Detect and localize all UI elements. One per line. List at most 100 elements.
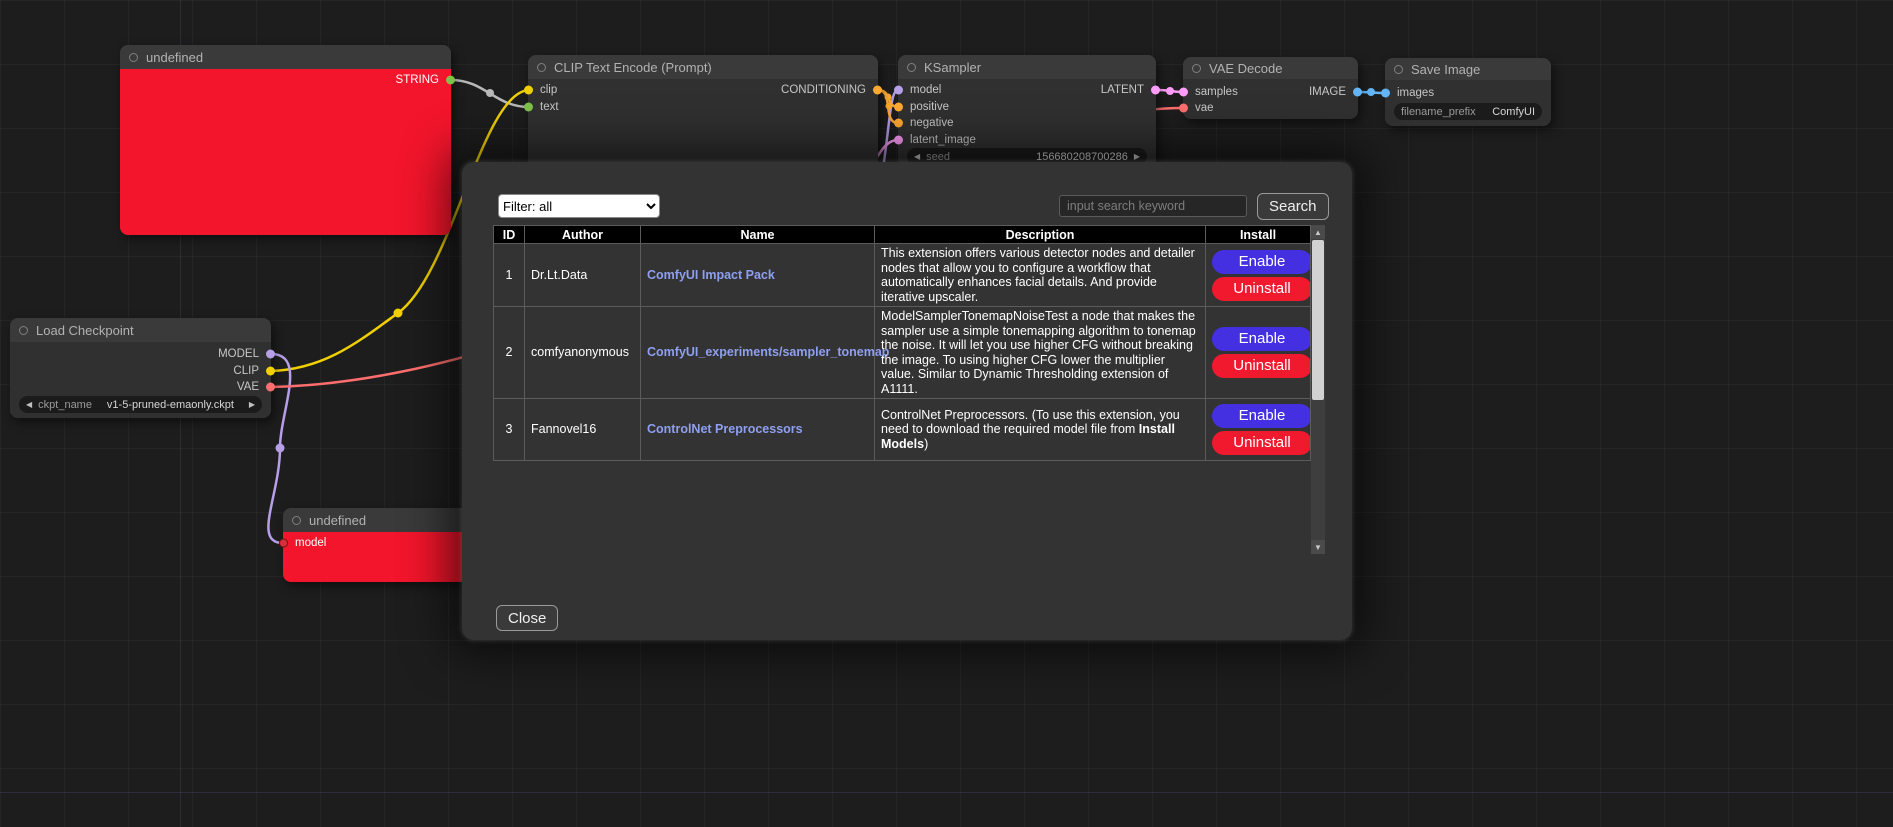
collapse-dot-icon[interactable] [1394,65,1403,74]
node-title: VAE Decode [1209,61,1282,76]
output-slot-conditioning: CONDITIONING [528,83,878,97]
slot-label: text [540,101,559,113]
widget-label: filename_prefix [1401,106,1476,118]
slot-label: MODEL [218,348,259,360]
string-output-port[interactable] [446,76,455,85]
node-ksampler[interactable]: KSampler model positive negative latent_… [898,55,1156,170]
slot-label: CLIP [233,365,259,377]
ckpt-name-widget[interactable]: ◀ ckpt_name v1-5-pruned-emaonly.ckpt ▶ [19,396,262,413]
output-slot-image: IMAGE [1183,85,1358,99]
node-title: Load Checkpoint [36,323,134,338]
vae-input-port[interactable] [1179,104,1188,113]
filter-select[interactable]: Filter: all [498,194,660,218]
cell-name: ComfyUI Impact Pack [641,244,875,307]
description-text: ) [924,437,928,451]
seed-increment-arrow-icon[interactable]: ▶ [1134,153,1140,161]
uninstall-button[interactable]: Uninstall [1212,354,1312,378]
conditioning-output-port[interactable] [873,86,882,95]
input-slot-text: text [528,100,878,114]
wire-string-dot [486,89,494,97]
node-vae-decode[interactable]: VAE Decode samples vae IMAGE [1183,57,1358,119]
collapse-dot-icon[interactable] [537,63,546,72]
widget-label: ckpt_name [38,399,92,411]
slot-label: images [1397,87,1434,99]
collapse-dot-icon[interactable] [19,326,28,335]
widget-value: ComfyUI [1492,106,1535,118]
scrollbar-thumb[interactable] [1312,240,1324,400]
extension-link[interactable]: ControlNet Preprocessors [647,422,803,436]
node-save-image-header: Save Image [1385,58,1551,80]
table-row: 2 comfyanonymous ComfyUI_experiments/sam… [494,307,1311,399]
node-graph-canvas[interactable]: undefined STRING CLIP Text Encode (Promp… [0,0,1893,827]
node-load-checkpoint[interactable]: Load Checkpoint MODEL CLIP VAE ◀ ckpt_na… [10,318,271,418]
collapse-dot-icon[interactable] [292,516,301,525]
input-slot-images: images [1385,86,1551,100]
cell-id: 3 [494,399,525,461]
output-slot-model: MODEL [10,347,271,361]
input-slot-negative: negative [898,116,1156,130]
scroll-down-arrow-icon[interactable]: ▼ [1311,540,1325,554]
cell-description: ControlNet Preprocessors. (To use this e… [875,399,1206,461]
model-input-port[interactable] [279,539,288,548]
images-input-port[interactable] [1381,89,1390,98]
wire-latent-dot [1166,87,1174,95]
vae-output-port[interactable] [266,383,275,392]
extensions-table: ID Author Name Description Install 1 Dr.… [493,225,1311,461]
node-undefined-1-header: undefined [120,45,451,69]
uninstall-button[interactable]: Uninstall [1212,431,1312,455]
node-title: Save Image [1411,62,1480,77]
clip-output-port[interactable] [266,367,275,376]
widget-label: seed [926,151,950,163]
enable-button[interactable]: Enable [1212,404,1312,428]
extension-link[interactable]: ComfyUI Impact Pack [647,268,775,282]
node-clip-text-encode[interactable]: CLIP Text Encode (Prompt) clip text COND… [528,55,878,175]
node-undefined-1[interactable]: undefined STRING [120,45,451,235]
output-slot-latent: LATENT [898,83,1156,97]
enable-button[interactable]: Enable [1212,327,1312,351]
slot-label: VAE [237,381,259,393]
slot-label: model [295,537,326,549]
collapse-dot-icon[interactable] [1192,64,1201,73]
search-button[interactable]: Search [1257,193,1329,220]
enable-button[interactable]: Enable [1212,250,1312,274]
ckpt-next-arrow-icon[interactable]: ▶ [249,401,255,409]
cell-author: Dr.Lt.Data [525,244,641,307]
cell-install: Enable Uninstall [1206,307,1311,399]
slot-label: vae [1195,102,1214,114]
search-input[interactable] [1059,195,1247,217]
ckpt-prev-arrow-icon[interactable]: ◀ [26,401,32,409]
negative-input-port[interactable] [894,119,903,128]
node-load-checkpoint-header: Load Checkpoint [10,318,271,342]
node-clip-text-encode-header: CLIP Text Encode (Prompt) [528,55,878,79]
output-slot-vae: VAE [10,380,271,394]
model-output-port[interactable] [266,350,275,359]
latent-image-input-port[interactable] [894,136,903,145]
collapse-dot-icon[interactable] [129,53,138,62]
latent-output-port[interactable] [1151,86,1160,95]
text-input-port[interactable] [524,103,533,112]
node-title: undefined [146,50,203,65]
scroll-up-arrow-icon[interactable]: ▲ [1311,225,1325,239]
input-slot-latent-image: latent_image [898,133,1156,147]
image-output-port[interactable] [1353,88,1362,97]
output-slot-string: STRING [120,73,451,87]
header-author: Author [525,226,641,244]
seed-decrement-arrow-icon[interactable]: ◀ [914,153,920,161]
node-vae-decode-header: VAE Decode [1183,57,1358,79]
cell-description: This extension offers various detector n… [875,244,1206,307]
close-button[interactable]: Close [496,605,558,631]
wire-image-dot [1367,88,1375,96]
header-name: Name [641,226,875,244]
cell-description: ModelSamplerTonemapNoiseTest a node that… [875,307,1206,399]
wire-model-dot [276,444,285,453]
uninstall-button[interactable]: Uninstall [1212,277,1312,301]
slot-label: negative [910,117,953,129]
input-slot-vae: vae [1183,101,1358,115]
collapse-dot-icon[interactable] [907,63,916,72]
filename-prefix-widget[interactable]: filename_prefix ComfyUI [1394,103,1542,120]
positive-input-port[interactable] [894,103,903,112]
extension-link[interactable]: ComfyUI_experiments/sampler_tonemap [647,345,889,359]
table-scrollbar[interactable]: ▲ ▼ [1311,225,1325,554]
node-title: KSampler [924,60,981,75]
node-save-image[interactable]: Save Image images filename_prefix ComfyU… [1385,58,1551,126]
